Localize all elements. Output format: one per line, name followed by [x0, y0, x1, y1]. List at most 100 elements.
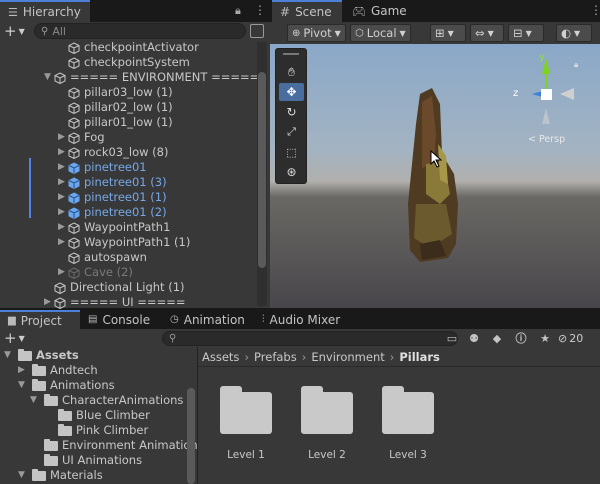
search-filter-icon[interactable]	[250, 24, 264, 38]
collapsed-arrow-icon[interactable]: ▶	[58, 235, 68, 250]
scene-viewport[interactable]: y z 🔒︎ < Persp	[270, 44, 600, 308]
hierarchy-row[interactable]: ▶ ===== UI =====	[44, 295, 185, 310]
lock-icon[interactable]: 🔒︎	[235, 4, 241, 18]
favorite-star-icon[interactable]: ★	[536, 329, 554, 347]
info-icon[interactable]: ⓘ	[512, 329, 530, 347]
folder-label-level-3[interactable]: Level 3	[373, 449, 443, 461]
scene-kebab-icon[interactable]: ⋮	[590, 3, 600, 17]
tab-audio-mixer[interactable]: ⫶ Audio Mixer	[254, 310, 354, 329]
project-tree-item[interactable]: ▼ CharacterAnimations	[30, 393, 183, 408]
collapsed-arrow-icon[interactable]: ▶	[58, 220, 68, 235]
shading-mode-button[interactable]: ◐ ▼	[556, 24, 592, 42]
project-tree-item[interactable]: Environment Animation	[30, 438, 198, 453]
rect-tool-button[interactable]: ⬚	[279, 143, 304, 161]
increment-snap-button[interactable]: ⇔ ▼	[470, 24, 504, 42]
project-tree-scrollbar[interactable]	[187, 388, 195, 484]
project-search-field[interactable]: ⚲	[162, 331, 458, 346]
hierarchy-row[interactable]: Directional Light (1)	[44, 280, 185, 295]
tab-scene[interactable]: # Scene	[272, 0, 342, 22]
transform-tool-button[interactable]: ⊛	[279, 163, 304, 181]
collapsed-arrow-icon[interactable]: ▶	[44, 295, 54, 310]
expanded-arrow-icon[interactable]: ▼	[30, 393, 40, 408]
breadcrumb-item-prefabs[interactable]: Prefabs	[254, 350, 297, 364]
collapsed-arrow-icon[interactable]: ▶	[58, 175, 68, 190]
project-tree-item[interactable]: Blue Climber	[44, 408, 150, 423]
lock-icon[interactable]: 🔒︎	[574, 60, 578, 70]
expanded-arrow-icon[interactable]: ▼	[18, 468, 28, 483]
hierarchy-row[interactable]: ▶ pinetree01 (2)	[58, 205, 167, 220]
gameobject-cube-icon	[54, 281, 66, 294]
scale-tool-button[interactable]: ⤢	[279, 123, 304, 141]
hierarchy-row[interactable]: ▶ rock03_low (8)	[58, 145, 168, 160]
folder-level-3-icon[interactable]	[382, 386, 434, 434]
hierarchy-row[interactable]: pillar02_low (1)	[58, 100, 173, 115]
breadcrumb-item-pillars[interactable]: Pillars	[399, 350, 440, 364]
tab-project[interactable]: ▆ Project	[0, 310, 80, 329]
rotate-tool-button[interactable]: ↻	[279, 103, 304, 121]
search-field[interactable]: ⚲ All	[34, 23, 246, 39]
project-tree-item[interactable]: Pink Climber	[44, 423, 148, 438]
hierarchy-row[interactable]: ▶ WaypointPath1 (1)	[58, 235, 190, 250]
folder-icon	[32, 363, 46, 376]
folder-level-1-icon[interactable]	[220, 386, 272, 434]
hidden-packages-toggle[interactable]: ⊘ 20	[558, 330, 596, 346]
hierarchy-row[interactable]: ▼ ===== ENVIRONMENT =====	[44, 70, 259, 85]
drag-handle-icon[interactable]	[283, 53, 299, 55]
orientation-gizmo[interactable]: y z	[510, 52, 576, 134]
persp-label[interactable]: < Persp	[528, 134, 565, 145]
collapsed-arrow-icon[interactable]: ▶	[58, 160, 68, 175]
hierarchy-row[interactable]: pillar03_low (1)	[58, 85, 173, 100]
scene-tab-label: Scene	[295, 5, 332, 19]
project-add-button[interactable]: + ▼	[4, 329, 30, 347]
hierarchy-scrollbar-thumb[interactable]	[258, 72, 266, 268]
hierarchy-row-label: WaypointPath1 (1)	[84, 235, 191, 249]
hierarchy-row[interactable]: ▶ pinetree01	[58, 160, 147, 175]
breadcrumb-item-assets[interactable]: Assets	[202, 350, 239, 364]
hierarchy-row-label: ===== UI =====	[70, 295, 186, 309]
hand-tool-button[interactable]: ✋︎	[279, 63, 304, 81]
hierarchy-row[interactable]: autospawn	[58, 250, 147, 265]
expanded-arrow-icon[interactable]: ▼	[44, 70, 54, 85]
folder-level-2-icon[interactable]	[301, 386, 353, 434]
project-tree-item[interactable]: ▶ Andtech	[18, 363, 98, 378]
label-tag-icon[interactable]: ◆	[488, 329, 506, 347]
hierarchy-row-label: Cave (2)	[84, 265, 133, 279]
move-tool-button[interactable]: ✥	[279, 83, 304, 101]
collapsed-arrow-icon[interactable]: ▶	[58, 205, 68, 220]
tab-hierarchy[interactable]: ☰ Hierarchy	[0, 0, 90, 22]
local-dropdown[interactable]: ⬡ Local ▼	[350, 24, 411, 42]
expanded-arrow-icon[interactable]: ▼	[18, 378, 28, 393]
hierarchy-row[interactable]: ▶ Cave (2)	[58, 265, 133, 280]
folder-label-level-1[interactable]: Level 1	[211, 449, 281, 461]
hierarchy-row[interactable]: checkpointActivator	[58, 40, 199, 55]
users-icon[interactable]: ⚉	[465, 329, 483, 347]
tab-console[interactable]: ▤ Console	[80, 310, 160, 329]
grid-snap-button[interactable]: ⊞ ▼	[430, 24, 466, 42]
folder-label-level-2[interactable]: Level 2	[292, 449, 362, 461]
collapsed-arrow-icon[interactable]: ▶	[58, 265, 68, 280]
ruler-snap-button[interactable]: ⊟ ▼	[508, 24, 544, 42]
project-tree-item[interactable]: ▼ Assets	[4, 348, 79, 363]
collapsed-arrow-icon[interactable]: ▶	[58, 145, 68, 160]
hierarchy-row[interactable]: ▶ Fog	[58, 130, 105, 145]
hierarchy-row[interactable]: ▶ WaypointPath1	[58, 220, 170, 235]
hierarchy-row[interactable]: ▶ pinetree01 (1)	[58, 190, 167, 205]
tab-animation[interactable]: ◷ Animation	[162, 310, 252, 329]
expanded-arrow-icon[interactable]: ▼	[4, 348, 14, 363]
pivot-dropdown[interactable]: ⊕ Pivot ▼	[287, 24, 346, 42]
add-button[interactable]: + ▼	[4, 22, 30, 40]
hierarchy-row-label: pillar01_low (1)	[84, 115, 173, 129]
hierarchy-row[interactable]: ▶ pinetree01 (3)	[58, 175, 167, 190]
collapsed-arrow-icon[interactable]: ▶	[18, 363, 28, 378]
project-tree-item[interactable]: UI Animations	[30, 453, 142, 468]
collapsed-arrow-icon[interactable]: ▶	[58, 130, 68, 145]
tab-game[interactable]: 🎮︎ Game	[344, 0, 410, 22]
breadcrumb-item-environment[interactable]: Environment	[311, 350, 384, 364]
kebab-menu-icon[interactable]: ⋮	[254, 3, 266, 17]
search-by-type-icon[interactable]: ▭	[443, 329, 461, 347]
project-tree-item[interactable]: ▼ Materials	[18, 468, 103, 483]
hierarchy-row[interactable]: checkpointSystem	[58, 55, 190, 70]
hierarchy-row[interactable]: pillar01_low (1)	[58, 115, 173, 130]
project-tree-item[interactable]: ▼ Animations	[18, 378, 115, 393]
collapsed-arrow-icon[interactable]: ▶	[58, 190, 68, 205]
